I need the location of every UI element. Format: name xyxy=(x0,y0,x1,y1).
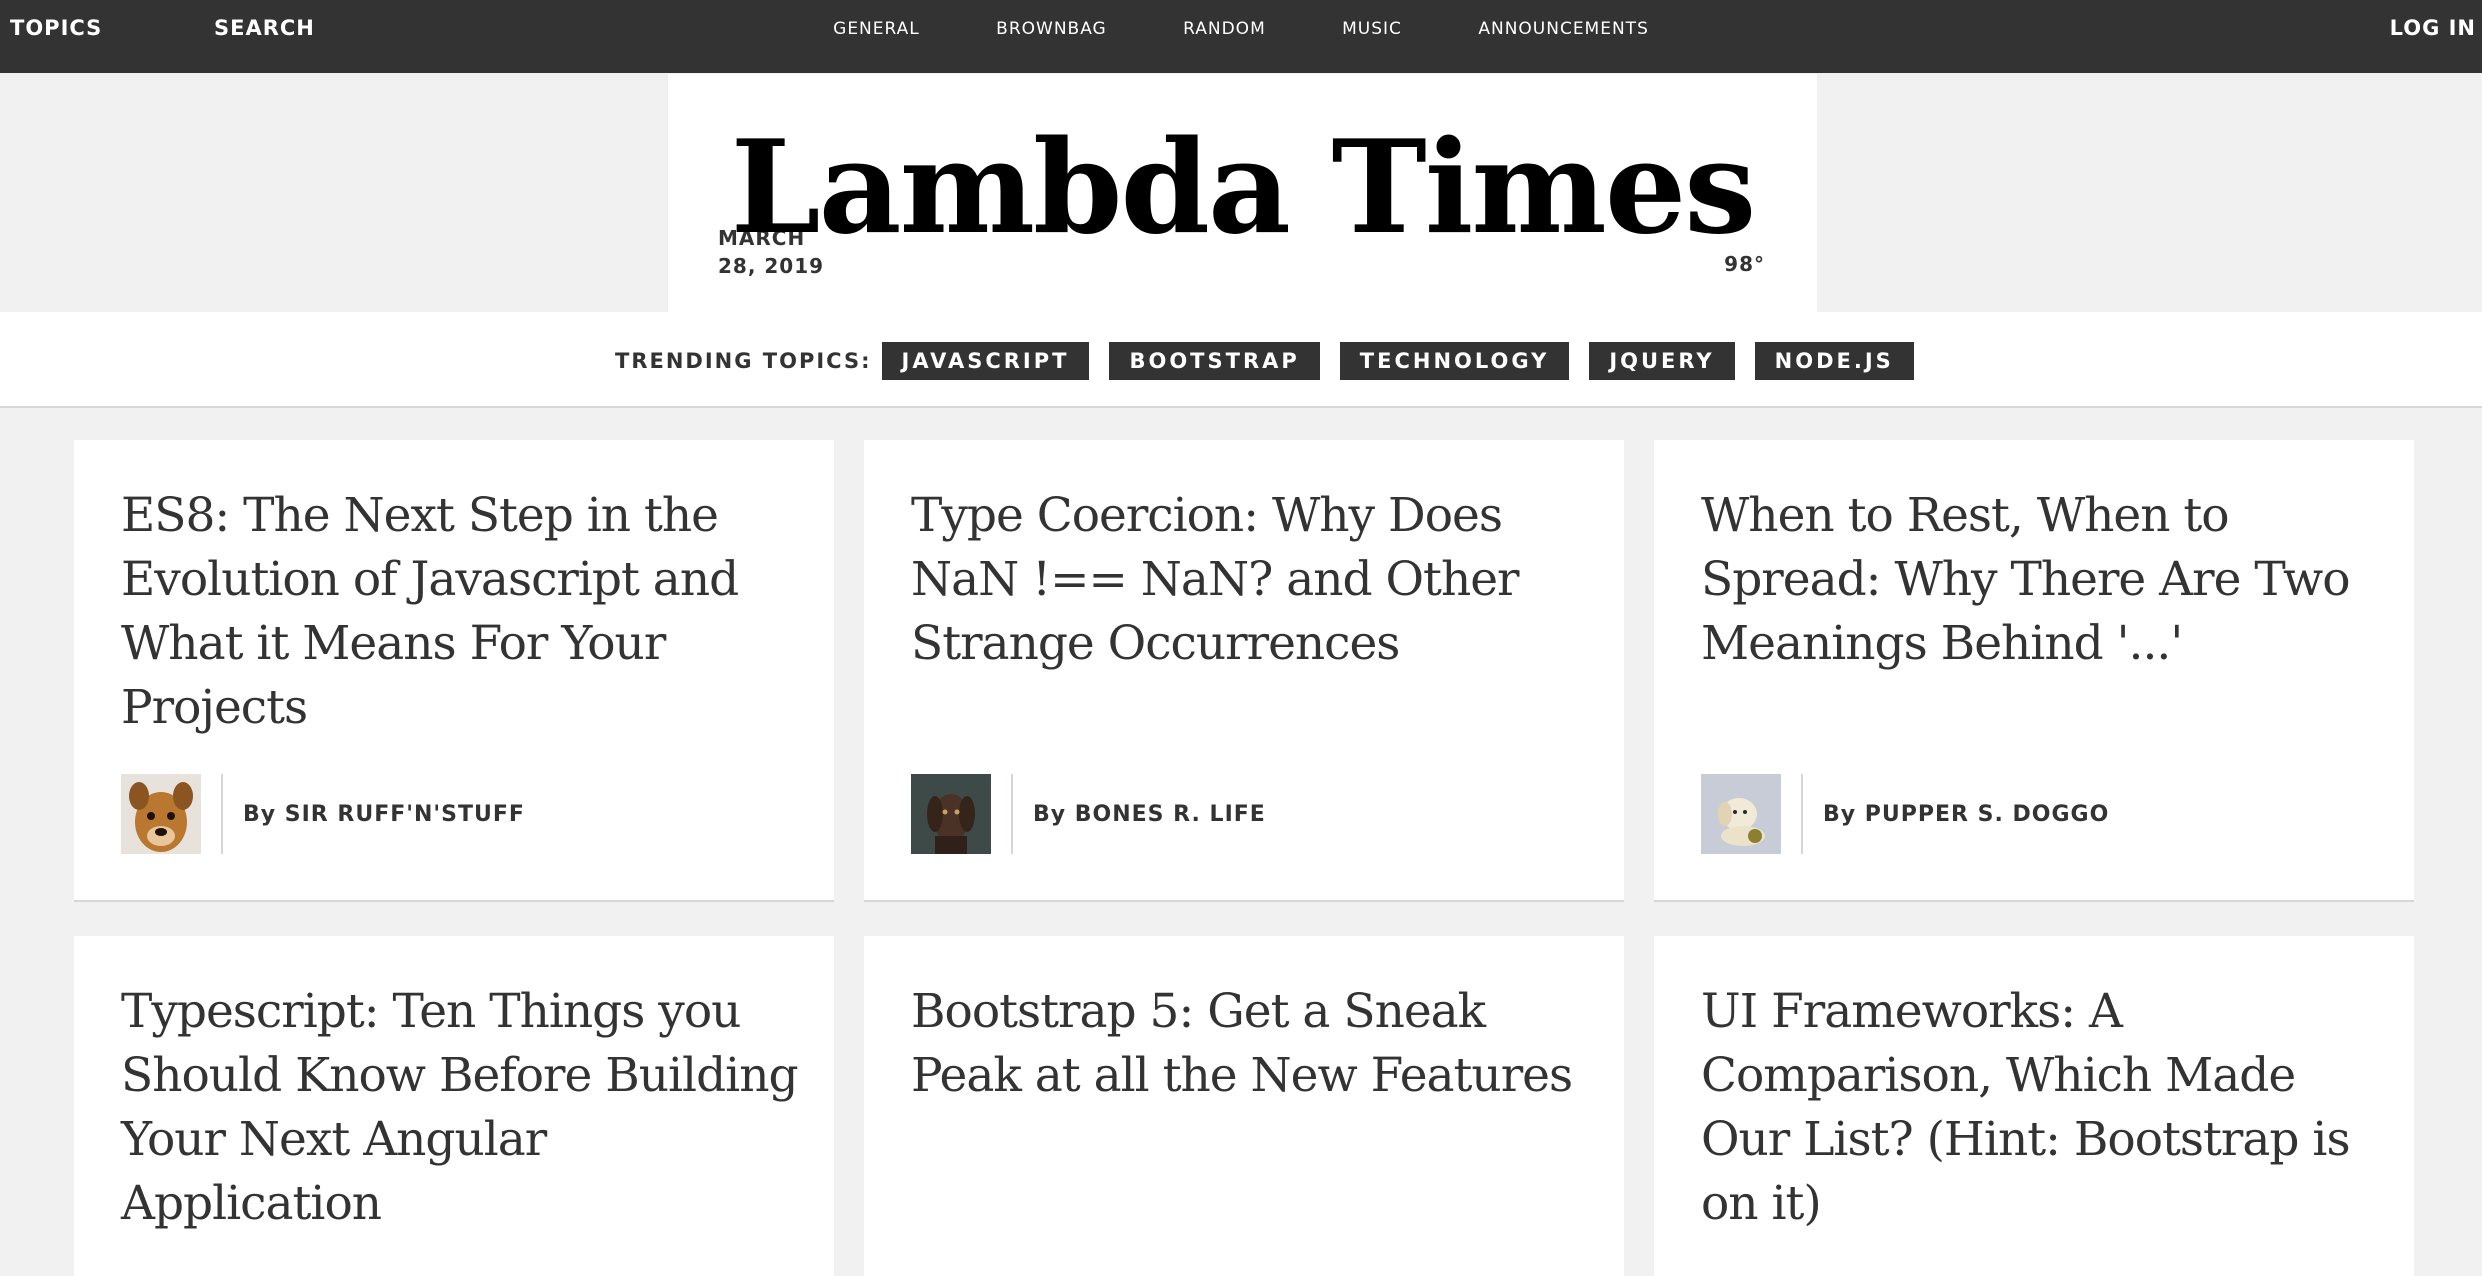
article-card[interactable]: Type Coercion: Why Does NaN !== NaN? and… xyxy=(864,440,1624,902)
author-avatar xyxy=(911,774,991,854)
header-temperature: 98° xyxy=(1724,252,1765,276)
article-headline[interactable]: When to Rest, When to Spread: Why There … xyxy=(1701,484,2381,676)
nav-general[interactable]: GENERAL xyxy=(833,19,920,39)
article-card[interactable]: Bootstrap 5: Get a Sneak Peak at all the… xyxy=(864,936,1624,1276)
article-author: By SIR RUFF'N'STUFF xyxy=(121,774,525,854)
site-title: Lambda Times xyxy=(730,113,1757,263)
article-headline[interactable]: ES8: The Next Step in the Evolution of J… xyxy=(121,484,801,740)
category-nav: GENERAL BROWNBAG RANDOM MUSIC ANNOUNCEME… xyxy=(0,19,2482,39)
article-headline[interactable]: UI Frameworks: A Comparison, Which Made … xyxy=(1701,980,2381,1236)
author-avatar xyxy=(121,774,201,854)
author-divider xyxy=(1801,774,1803,854)
top-navigation-bar: TOPICS SEARCH GENERAL BROWNBAG RANDOM MU… xyxy=(0,0,2482,73)
author-name: By PUPPER S. DOGGO xyxy=(1823,801,2110,827)
article-headline[interactable]: Typescript: Ten Things you Should Know B… xyxy=(121,980,801,1236)
nav-announcements[interactable]: ANNOUNCEMENTS xyxy=(1478,19,1649,39)
tag-jquery[interactable]: JQUERY xyxy=(1589,342,1735,380)
article-card[interactable]: ES8: The Next Step in the Evolution of J… xyxy=(74,440,834,902)
article-author: By BONES R. LIFE xyxy=(911,774,1266,854)
nav-music[interactable]: MUSIC xyxy=(1342,19,1402,39)
author-name: By SIR RUFF'N'STUFF xyxy=(243,801,525,827)
login-link[interactable]: LOG IN xyxy=(2390,16,2476,40)
masthead: MARCH 28, 2019 Lambda Times 98° xyxy=(668,74,1817,312)
article-card[interactable]: Typescript: Ten Things you Should Know B… xyxy=(74,936,834,1276)
article-headline[interactable]: Bootstrap 5: Get a Sneak Peak at all the… xyxy=(911,980,1591,1108)
tag-nodejs[interactable]: NODE.JS xyxy=(1754,342,1914,380)
author-divider xyxy=(1011,774,1013,854)
author-avatar xyxy=(1701,774,1781,854)
article-card[interactable]: When to Rest, When to Spread: Why There … xyxy=(1654,440,2414,902)
trending-topics-bar: TRENDING TOPICS: JAVASCRIPT BOOTSTRAP TE… xyxy=(0,312,2482,408)
nav-brownbag[interactable]: BROWNBAG xyxy=(996,19,1107,39)
trending-label: TRENDING TOPICS: xyxy=(615,349,872,373)
tag-technology[interactable]: TECHNOLOGY xyxy=(1339,342,1570,380)
article-card[interactable]: UI Frameworks: A Comparison, Which Made … xyxy=(1654,936,2414,1276)
article-author: By PUPPER S. DOGGO xyxy=(1701,774,2109,854)
author-divider xyxy=(221,774,223,854)
nav-random[interactable]: RANDOM xyxy=(1183,19,1266,39)
tag-javascript[interactable]: JAVASCRIPT xyxy=(881,342,1090,380)
tag-bootstrap[interactable]: BOOTSTRAP xyxy=(1109,342,1320,380)
author-name: By BONES R. LIFE xyxy=(1033,801,1266,827)
article-headline[interactable]: Type Coercion: Why Does NaN !== NaN? and… xyxy=(911,484,1591,676)
